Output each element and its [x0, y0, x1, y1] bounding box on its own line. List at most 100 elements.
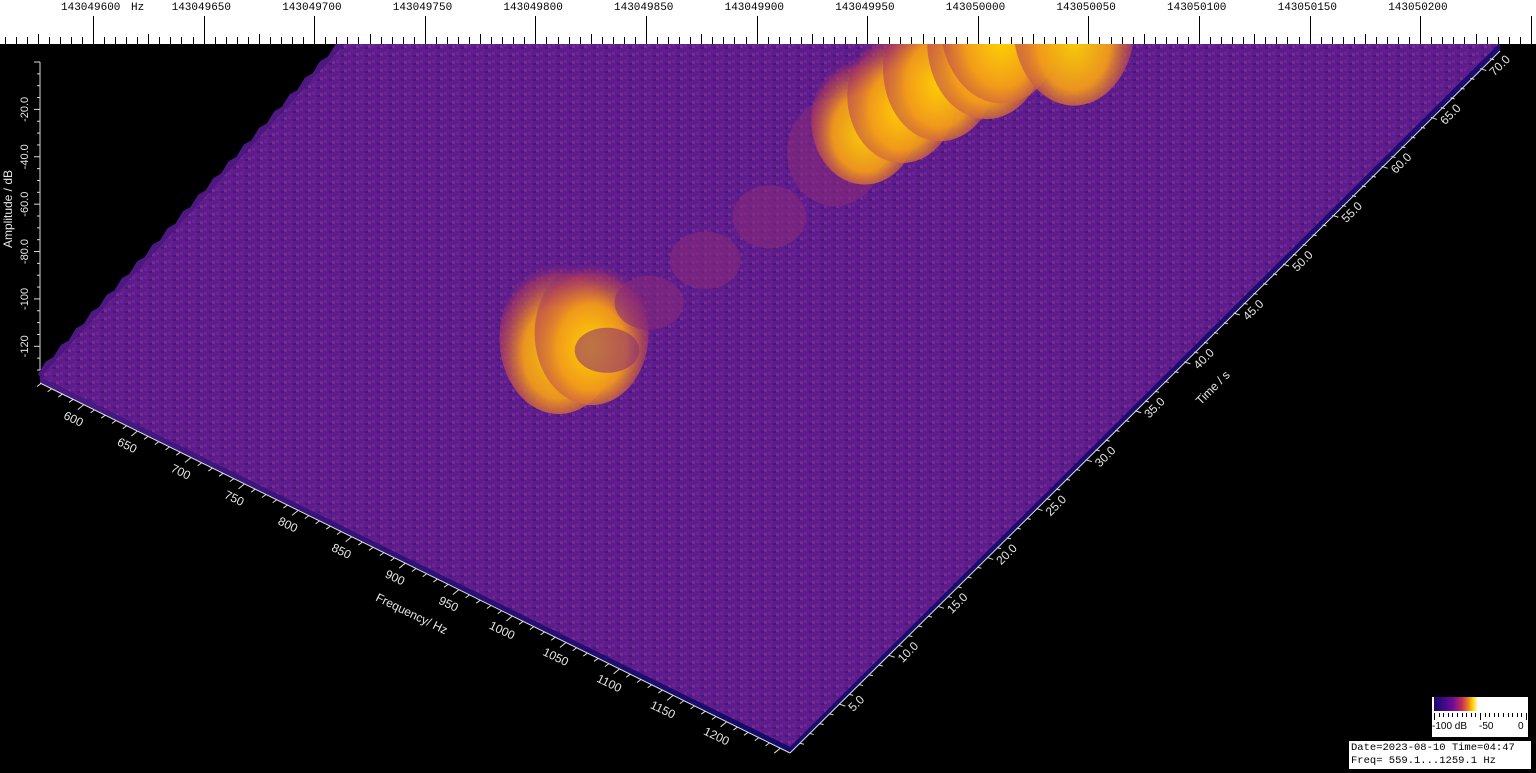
time-tick — [996, 547, 1002, 550]
ruler-minor-tick — [1154, 37, 1156, 44]
frequency-tick — [100, 414, 106, 419]
ruler-minor-tick — [1298, 37, 1300, 44]
ruler-minor-tick — [247, 37, 249, 44]
frequency-tick-label: 650 — [115, 435, 139, 457]
ruler-minor-tick — [889, 37, 891, 44]
time-tick — [1026, 517, 1031, 520]
ruler-tick-label: 143050100 — [1167, 2, 1227, 14]
ruler-tick-label: 143049800 — [503, 2, 563, 14]
ruler-minor-tick — [922, 34, 924, 44]
ruler-minor-tick — [845, 37, 847, 44]
ruler-minor-tick — [767, 37, 769, 44]
ruler-tick-label: 143049900 — [724, 2, 785, 14]
ruler-minor-tick — [988, 37, 990, 44]
ruler-major-tick — [867, 16, 869, 44]
ruler-minor-tick — [181, 37, 183, 44]
waterfall-surface — [38, 44, 1500, 753]
amplitude-tick-label: -100 — [19, 288, 31, 310]
color-legend: -100 dB -50 0 — [1432, 697, 1528, 737]
frequency-tick — [613, 668, 620, 675]
ruler-minor-tick — [1121, 37, 1123, 44]
frequency-tick — [625, 673, 631, 678]
ruler-minor-tick — [1033, 34, 1035, 44]
frequency-tick — [325, 525, 331, 530]
ruler-major-tick — [1309, 16, 1311, 44]
frequency-tick — [743, 731, 749, 736]
legend-tick — [1512, 713, 1514, 717]
signal-peak-mark — [669, 231, 741, 290]
ruler-minor-tick — [623, 37, 625, 44]
ruler-minor-tick — [590, 34, 592, 44]
ruler-minor-tick — [1254, 34, 1256, 44]
ruler-minor-tick — [1243, 37, 1245, 44]
ruler-minor-tick — [115, 37, 117, 44]
ruler-minor-tick — [579, 37, 581, 44]
frequency-tick — [90, 409, 95, 414]
ruler-minor-tick — [911, 37, 913, 44]
time-tick — [908, 635, 913, 638]
legend-tick — [1503, 713, 1504, 717]
ruler-minor-tick — [1375, 37, 1377, 44]
ruler-major-tick — [1199, 16, 1200, 44]
frequency-tick — [486, 605, 492, 609]
ruler-minor-tick — [336, 37, 338, 44]
frequency-tick — [465, 594, 470, 599]
ruler-minor-tick — [391, 37, 393, 44]
frequency-ruler: Hz 143049600 143049650 143049700 143049750 1… — [0, 0, 1536, 44]
frequency-tick — [711, 716, 717, 720]
frequency-tick — [593, 657, 599, 662]
ruler-minor-tick — [81, 37, 83, 44]
ruler-minor-tick — [1187, 37, 1189, 44]
ruler-minor-tick — [258, 34, 260, 44]
legend-tick — [1447, 713, 1449, 717]
time-tick — [799, 742, 804, 745]
ruler-minor-tick — [1442, 37, 1444, 44]
legend-tick — [1461, 713, 1463, 717]
frequency-tick — [379, 552, 385, 557]
frequency-tick — [336, 531, 342, 535]
ruler-tick-label: 143050150 — [1277, 2, 1338, 14]
ruler-minor-tick — [1453, 37, 1455, 44]
frequency-unit-label: Hz — [131, 2, 145, 14]
frequency-tick — [36, 383, 42, 387]
time-tick — [977, 566, 982, 569]
ruler-minor-tick — [800, 37, 802, 44]
signal-peak-mark — [614, 275, 684, 330]
ruler-minor-tick — [1475, 34, 1477, 44]
frequency-tick — [58, 393, 63, 398]
frequency-tick — [690, 705, 695, 710]
ruler-minor-tick — [1276, 37, 1278, 44]
frequency-tick — [679, 700, 685, 705]
legend-tick — [1516, 713, 1518, 717]
ruler-minor-tick — [480, 34, 482, 44]
ruler-minor-tick — [1099, 37, 1101, 44]
ruler-minor-tick — [347, 37, 349, 44]
ruler-minor-tick — [170, 37, 172, 44]
ruler-major-tick — [93, 16, 94, 44]
frequency-tick — [647, 684, 652, 689]
ruler-minor-tick — [281, 37, 283, 44]
frequency-tick — [733, 726, 738, 731]
ruler-minor-tick — [159, 37, 161, 44]
ruler-major-tick — [1530, 16, 1532, 44]
ruler-minor-tick — [126, 37, 128, 44]
ruler-major-tick — [424, 16, 426, 44]
ruler-minor-tick — [745, 37, 747, 44]
frequency-tick — [658, 689, 663, 694]
ruler-minor-tick — [402, 37, 404, 44]
ruler-minor-tick — [469, 37, 471, 44]
ruler-minor-tick — [148, 34, 150, 44]
ruler-minor-tick — [1265, 37, 1267, 44]
ruler-minor-tick — [48, 37, 50, 44]
ruler-minor-tick — [668, 37, 670, 44]
frequency-tick — [433, 578, 438, 583]
time-tick-label: 5.0 — [846, 692, 868, 714]
ruler-minor-tick — [1287, 37, 1289, 44]
ruler-minor-tick — [37, 34, 39, 44]
ruler-minor-tick — [59, 37, 61, 44]
frequency-tick — [197, 462, 202, 467]
ruler-minor-tick — [1022, 37, 1024, 44]
ruler-minor-tick — [325, 37, 327, 44]
ruler-minor-tick — [446, 37, 448, 44]
ruler-minor-tick — [26, 37, 28, 44]
